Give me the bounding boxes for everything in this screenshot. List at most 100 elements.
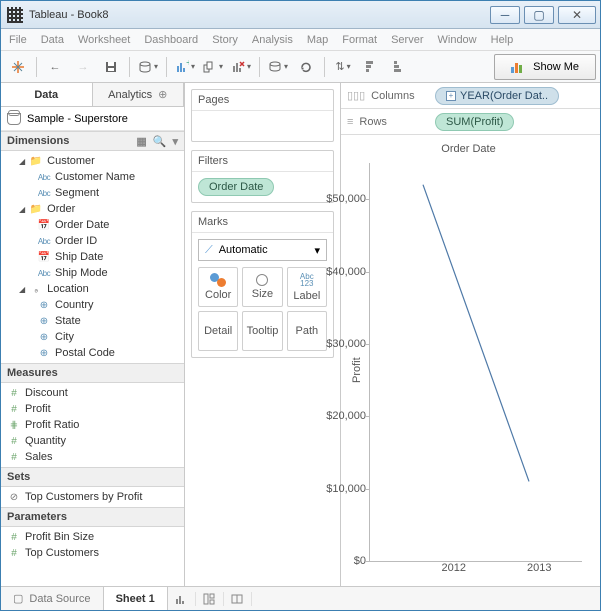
menu-analysis[interactable]: Analysis: [252, 34, 293, 46]
new-worksheet-button[interactable]: +: [172, 54, 198, 80]
menu-story[interactable]: Story: [212, 34, 238, 46]
new-worksheet-tab-button[interactable]: [168, 592, 196, 606]
new-dashboard-tab-button[interactable]: [196, 592, 224, 606]
window-title: Tableau - Book8: [29, 9, 109, 21]
columns-pill-year[interactable]: +YEAR(Order Dat..: [435, 87, 559, 105]
field-city[interactable]: ⊕City: [1, 329, 184, 345]
field-state[interactable]: ⊕State: [1, 313, 184, 329]
field-order-date[interactable]: 📅Order Date: [1, 217, 184, 233]
forward-button[interactable]: →: [70, 54, 96, 80]
field-postal-code[interactable]: ⊕Postal Code: [1, 345, 184, 361]
chart-title: Order Date: [349, 143, 588, 155]
marks-type-select[interactable]: ⟋Automatic ▾: [198, 239, 327, 261]
line-icon: ⟋: [205, 244, 213, 257]
tab-data[interactable]: Data: [1, 83, 93, 106]
duplicate-button[interactable]: [200, 54, 226, 80]
mark-detail[interactable]: Detail: [198, 311, 238, 351]
sets-header: Sets: [1, 467, 184, 487]
show-me-label: Show Me: [533, 61, 579, 73]
label-icon: Abc123: [300, 272, 314, 288]
set-top-customers[interactable]: ⊘Top Customers by Profit: [1, 489, 184, 505]
datasource-name: Sample - Superstore: [27, 113, 128, 125]
param-profit-bin[interactable]: #Profit Bin Size: [1, 529, 184, 545]
window-titlebar: Tableau - Book8 ─ ▢ ✕: [1, 1, 600, 29]
save-button[interactable]: [98, 54, 124, 80]
field-profit-ratio[interactable]: ⋕Profit Ratio: [1, 417, 184, 433]
refresh-button[interactable]: [293, 54, 319, 80]
pages-shelf[interactable]: Pages: [191, 89, 334, 142]
field-ship-mode[interactable]: AbcShip Mode: [1, 265, 184, 281]
swap-button[interactable]: ⇅: [330, 54, 356, 80]
mark-label[interactable]: Abc123Label: [287, 267, 327, 307]
menu-window[interactable]: Window: [438, 34, 477, 46]
folder-order[interactable]: ◢📁Order: [1, 201, 184, 217]
clear-button[interactable]: [228, 54, 254, 80]
menu-file[interactable]: File: [9, 34, 27, 46]
field-discount[interactable]: #Discount: [1, 385, 184, 401]
dimensions-menu-icon[interactable]: ▦: [136, 135, 146, 148]
datasource-icon: [7, 113, 21, 125]
toolbar: ← → + ⇅ Show Me: [1, 51, 600, 83]
folder-customer[interactable]: ◢📁Customer: [1, 153, 184, 169]
menu-bar: File Data Worksheet Dashboard Story Anal…: [1, 29, 600, 51]
param-top-customers[interactable]: #Top Customers: [1, 545, 184, 561]
x-axis: 20122013: [411, 562, 582, 582]
mark-size[interactable]: Size: [242, 267, 282, 307]
maximize-button[interactable]: ▢: [524, 6, 554, 24]
field-profit[interactable]: #Profit: [1, 401, 184, 417]
back-button[interactable]: ←: [42, 54, 68, 80]
rows-pill-profit[interactable]: SUM(Profit): [435, 113, 514, 131]
y-tick-label: $0: [322, 555, 366, 567]
filters-shelf[interactable]: Filters Order Date: [191, 150, 334, 203]
plot-area[interactable]: $0$10,000$20,000$30,000$40,000$50,000: [369, 163, 582, 562]
mark-path[interactable]: Path: [287, 311, 327, 351]
tableau-logo-icon[interactable]: [5, 54, 31, 80]
auto-update-button[interactable]: [265, 54, 291, 80]
field-quantity[interactable]: #Quantity: [1, 433, 184, 449]
tab-sheet1[interactable]: Sheet 1: [104, 587, 168, 610]
field-segment[interactable]: AbcSegment: [1, 185, 184, 201]
minimize-button[interactable]: ─: [490, 6, 520, 24]
menu-data[interactable]: Data: [41, 34, 64, 46]
mark-color[interactable]: Color: [198, 267, 238, 307]
menu-server[interactable]: Server: [391, 34, 423, 46]
menu-format[interactable]: Format: [342, 34, 377, 46]
new-datasource-button[interactable]: [135, 54, 161, 80]
menu-worksheet[interactable]: Worksheet: [78, 34, 130, 46]
datasource-row[interactable]: Sample - Superstore: [1, 107, 184, 131]
rows-shelf[interactable]: ≡Rows SUM(Profit): [341, 109, 600, 135]
mark-tooltip[interactable]: Tooltip: [242, 311, 282, 351]
y-tick-label: $50,000: [322, 193, 366, 205]
field-ship-date[interactable]: 📅Ship Date: [1, 249, 184, 265]
field-sales[interactable]: #Sales: [1, 449, 184, 465]
field-customer-name[interactable]: AbcCustomer Name: [1, 169, 184, 185]
close-button[interactable]: ✕: [558, 6, 596, 24]
y-tick-label: $30,000: [322, 338, 366, 350]
menu-map[interactable]: Map: [307, 34, 328, 46]
tab-analytics[interactable]: Analytics⊕: [93, 83, 185, 106]
search-icon[interactable]: 🔍: [153, 135, 167, 148]
sort-asc-button[interactable]: [358, 54, 384, 80]
sort-desc-button[interactable]: [386, 54, 412, 80]
x-tick-label: 2013: [497, 562, 583, 582]
parameters-header: Parameters: [1, 507, 184, 527]
y-tick-label: $20,000: [322, 410, 366, 422]
dropdown-icon[interactable]: ▾: [172, 135, 178, 148]
expand-icon[interactable]: +: [446, 91, 456, 101]
filter-pill-order-date[interactable]: Order Date: [198, 178, 274, 196]
data-pane: Data Analytics⊕ Sample - Superstore Dime…: [1, 83, 185, 586]
chevron-down-icon: ▾: [314, 244, 320, 257]
hierarchy-location[interactable]: ◢ₔLocation: [1, 281, 184, 297]
visualization: Order Date Profit $0$10,000$20,000$30,00…: [341, 135, 600, 586]
svg-text:+: +: [186, 60, 189, 69]
new-story-tab-button[interactable]: [224, 592, 252, 606]
field-order-id[interactable]: AbcOrder ID: [1, 233, 184, 249]
tab-datasource[interactable]: ▢Data Source: [1, 587, 104, 610]
show-me-button[interactable]: Show Me: [494, 54, 596, 80]
y-tick-label: $10,000: [322, 483, 366, 495]
menu-help[interactable]: Help: [491, 34, 514, 46]
menu-dashboard[interactable]: Dashboard: [144, 34, 198, 46]
tableau-app-icon: [7, 7, 23, 23]
columns-shelf[interactable]: ▯▯▯Columns +YEAR(Order Dat..: [341, 83, 600, 109]
field-country[interactable]: ⊕Country: [1, 297, 184, 313]
